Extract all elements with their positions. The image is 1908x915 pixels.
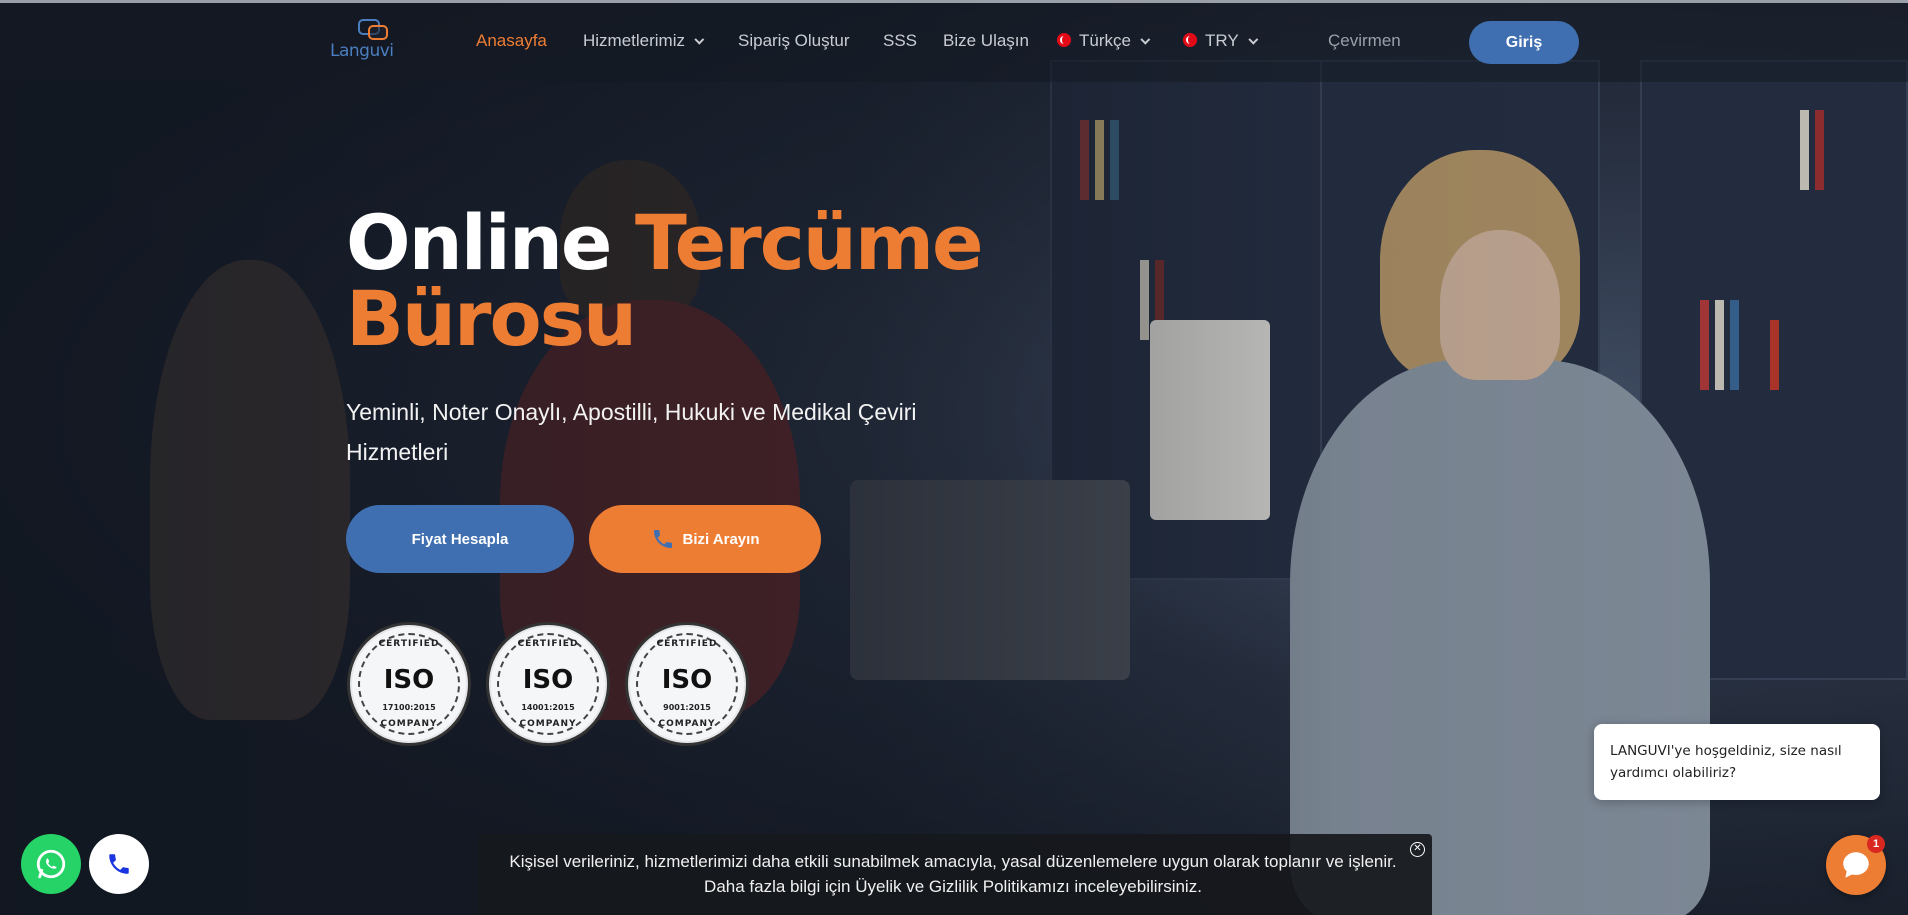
call-us-button[interactable]: Bizi Arayın	[589, 505, 821, 573]
badge-iso-text: ISO	[522, 665, 574, 695]
phone-icon	[653, 530, 672, 548]
cookie-text: Kişisel verileriniz, hizmetlerimizi daha…	[509, 852, 1397, 896]
iso-badge: CERTIFIED ISO 17100:2015 COMPANY	[347, 622, 471, 746]
chat-greeting-bubble[interactable]: LANGUVI'ye hoşgeldiniz, size nasıl yardı…	[1594, 724, 1880, 800]
currency-selector[interactable]: TRY	[1183, 31, 1258, 51]
hero-title-office: Bürosu	[346, 274, 637, 363]
badge-standard: 9001:2015	[663, 703, 711, 712]
nav-container: Languvi Anasayfa Hizmetlerimiz Sipariş O…	[300, 3, 1600, 82]
nav-item-services[interactable]: Hizmetlerimiz	[583, 31, 705, 51]
chat-icon	[1843, 852, 1869, 878]
hero-title: Online Tercüme Bürosu	[346, 205, 984, 357]
badge-standard: 14001:2015	[521, 703, 575, 712]
logo[interactable]: Languvi	[330, 17, 402, 67]
nav-item-home[interactable]: Anasayfa	[476, 31, 547, 51]
navbar: Languvi Anasayfa Hizmetlerimiz Sipariş O…	[0, 3, 1908, 82]
turkey-flag-icon	[1057, 33, 1071, 47]
badge-bottom-text: COMPANY	[380, 719, 438, 729]
phone-call-button[interactable]	[89, 834, 149, 894]
close-icon[interactable]: ✕	[1410, 842, 1425, 857]
nav-item-faq[interactable]: SSS	[883, 31, 917, 51]
currency-label: TRY	[1205, 31, 1239, 50]
hero-title-translation: Tercüme	[634, 198, 984, 287]
chevron-down-icon	[1248, 34, 1258, 45]
badge-iso-text: ISO	[661, 665, 713, 695]
translator-link[interactable]: Çevirmen	[1328, 31, 1401, 51]
call-us-label: Bizi Arayın	[682, 530, 760, 548]
badge-bottom-text: COMPANY	[658, 719, 716, 729]
whatsapp-button[interactable]	[21, 834, 81, 894]
badge-top-text: CERTIFIED	[656, 639, 718, 649]
login-button[interactable]: Giriş	[1469, 21, 1579, 64]
phone-icon	[109, 854, 129, 874]
badge-iso-text: ISO	[383, 665, 435, 695]
badge-top-text: CERTIFIED	[517, 639, 579, 649]
iso-badge: CERTIFIED ISO 9001:2015 COMPANY	[625, 622, 749, 746]
badge-bottom-text: COMPANY	[519, 719, 577, 729]
badge-top-text: CERTIFIED	[378, 639, 440, 649]
nav-item-create-order[interactable]: Sipariş Oluştur	[738, 31, 849, 51]
turkey-flag-icon	[1183, 33, 1197, 47]
logo-bubble-orange	[368, 25, 388, 40]
unread-count-badge: 1	[1867, 835, 1885, 853]
iso-badge: CERTIFIED ISO 14001:2015 COMPANY	[486, 622, 610, 746]
nav-item-services-label: Hizmetlerimiz	[583, 31, 685, 50]
language-selector[interactable]: Türkçe	[1057, 31, 1151, 51]
logo-text: Languvi	[330, 41, 394, 61]
cookie-banner: Kişisel verileriniz, hizmetlerimizi daha…	[478, 834, 1432, 915]
hero-subtitle: Yeminli, Noter Onaylı, Apostilli, Hukuki…	[346, 399, 917, 465]
calculate-price-button[interactable]: Fiyat Hesapla	[346, 505, 574, 573]
nav-item-contact[interactable]: Bize Ulaşın	[943, 31, 1029, 51]
language-label: Türkçe	[1079, 31, 1131, 50]
chevron-down-icon	[1140, 34, 1151, 45]
whatsapp-icon	[36, 849, 66, 879]
chevron-down-icon	[694, 34, 705, 45]
badge-standard: 17100:2015	[382, 703, 436, 712]
